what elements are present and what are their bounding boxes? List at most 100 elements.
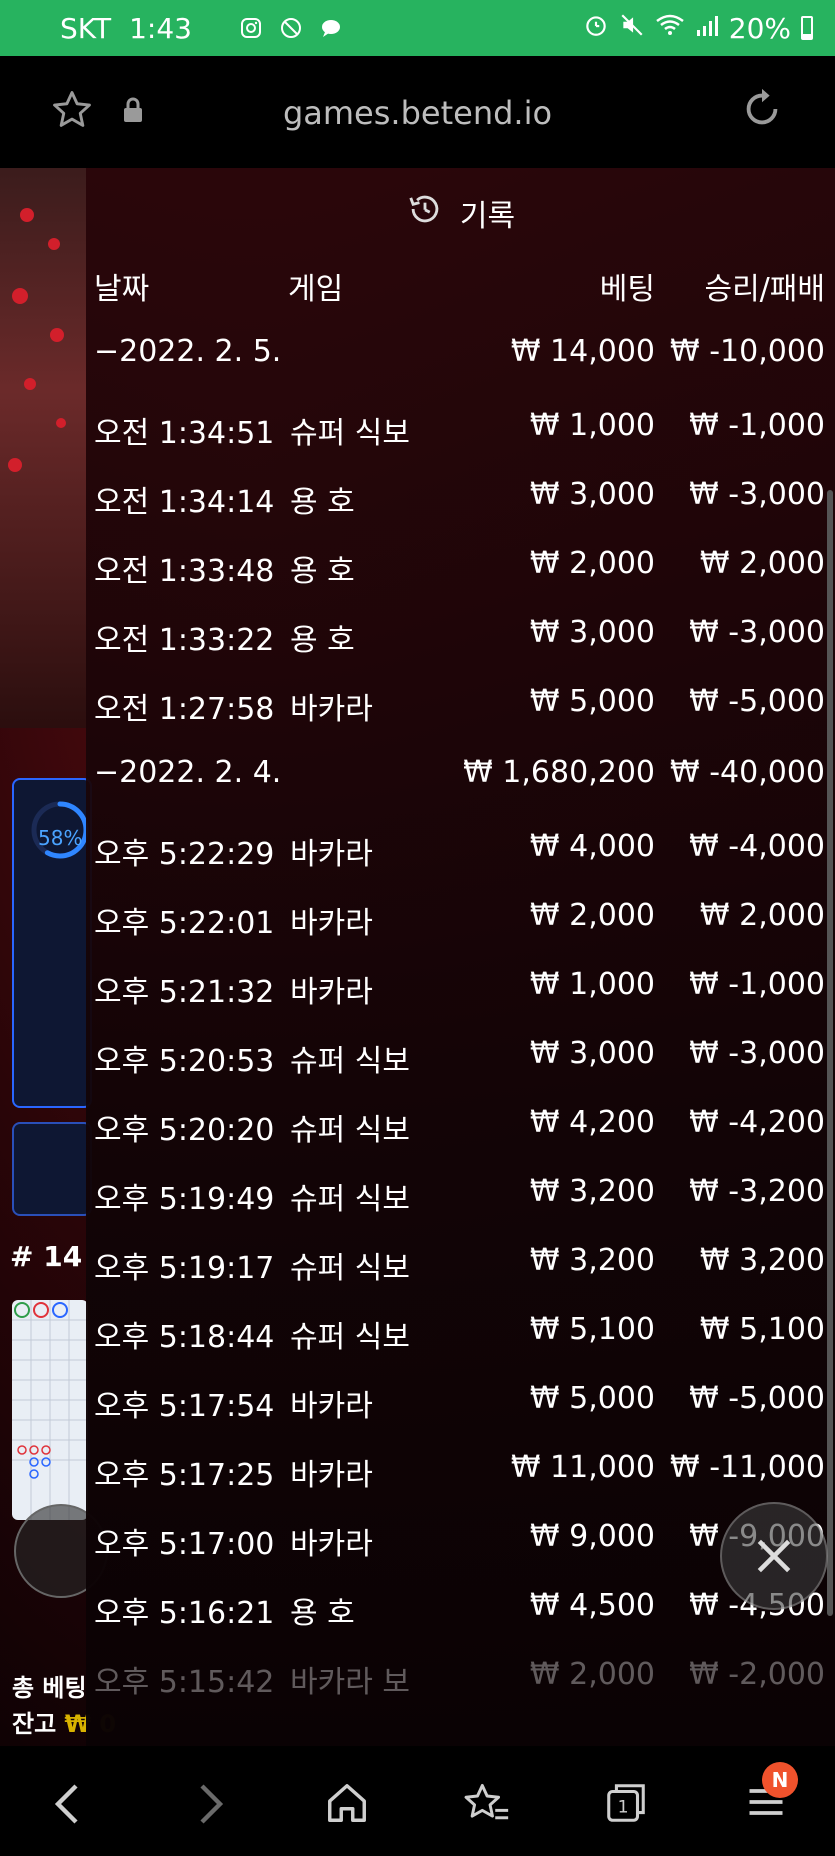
row-game: 바카라 [290, 1458, 373, 1493]
history-row[interactable]: 오후 5:21:32 바카라 ₩ 1,000 ₩ -1,000 [86, 953, 835, 1022]
row-game: 용 호 [290, 485, 355, 520]
history-table: −2022. 2. 5. ₩ 14,000 ₩ -10,000 오전 1:34:51 슈… [86, 318, 835, 1712]
row-time: 오후 5:22:29 [94, 837, 275, 872]
row-time: 오후 5:20:20 [94, 1113, 275, 1148]
carrier-label: SKT [60, 11, 112, 45]
row-time: 오후 5:19:17 [94, 1251, 275, 1286]
menu-badge: N [762, 1762, 798, 1798]
row-game: 바카라 [290, 1389, 373, 1424]
row-bet: ₩ 3,000 [529, 477, 655, 512]
tab-count: 1 [618, 1798, 629, 1818]
row-game: 슈퍼 식보 [290, 1320, 410, 1355]
row-bet: ₩ 3,200 [529, 1243, 655, 1278]
close-button[interactable] [720, 1502, 828, 1610]
bet-spot-card[interactable] [12, 1122, 92, 1216]
group-date: −2022. 2. 4. [94, 755, 282, 790]
date-group-row[interactable]: −2022. 2. 5. ₩ 14,000 ₩ -10,000 [86, 318, 835, 394]
row-game: 용 호 [290, 1596, 355, 1631]
bookmarks-icon[interactable] [462, 1780, 510, 1830]
history-title: 기록 [86, 190, 835, 236]
history-row[interactable]: 오전 1:33:22 용 호 ₩ 3,000 ₩ -3,000 [86, 601, 835, 670]
battery-icon [801, 16, 813, 40]
col-header-date: 날짜 [94, 272, 150, 307]
history-row[interactable]: 오후 5:18:44 슈퍼 식보 ₩ 5,100 ₩ 5,100 [86, 1298, 835, 1367]
row-bet: ₩ 2,000 [529, 1657, 655, 1692]
group-date: −2022. 2. 5. [94, 334, 282, 369]
history-row[interactable]: 오후 5:17:25 바카라 ₩ 11,000 ₩ -11,000 [86, 1436, 835, 1505]
row-win-loss: ₩ -4,000 [689, 829, 825, 864]
reload-icon[interactable] [739, 86, 785, 136]
row-win-loss: ₩ -1,000 [689, 408, 825, 443]
history-row[interactable]: 오전 1:34:14 용 호 ₩ 3,000 ₩ -3,000 [86, 463, 835, 532]
history-row[interactable]: 오후 5:22:29 바카라 ₩ 4,000 ₩ -4,000 [86, 815, 835, 884]
notification-icons [238, 15, 344, 41]
history-row[interactable]: 오후 5:22:01 바카라 ₩ 2,000 ₩ 2,000 [86, 884, 835, 953]
total-bet-label: 총 베팅 [12, 1674, 87, 1702]
row-time: 오후 5:17:25 [94, 1458, 275, 1493]
group-bet-total: ₩ 14,000 [510, 334, 655, 369]
row-time: 오후 5:15:42 [94, 1665, 275, 1700]
row-bet: ₩ 5,000 [529, 684, 655, 719]
row-bet: ₩ 3,000 [529, 1036, 655, 1071]
back-icon[interactable] [48, 1780, 88, 1832]
row-win-loss: ₩ -5,000 [689, 684, 825, 719]
row-win-loss: ₩ 5,100 [699, 1312, 825, 1347]
row-win-loss: ₩ 3,200 [699, 1243, 825, 1278]
row-win-loss: ₩ -3,000 [689, 615, 825, 650]
history-row[interactable]: 오후 5:20:53 슈퍼 식보 ₩ 3,000 ₩ -3,000 [86, 1022, 835, 1091]
history-row[interactable]: 오전 1:27:58 바카라 ₩ 5,000 ₩ -5,000 [86, 670, 835, 739]
row-win-loss: ₩ -1,000 [689, 967, 825, 1002]
row-win-loss: ₩ 2,000 [699, 898, 825, 933]
date-group-row[interactable]: −2022. 2. 4. ₩ 1,680,200 ₩ -40,000 [86, 739, 835, 815]
row-game: 슈퍼 식보 [290, 416, 410, 451]
row-game: 바카라 [290, 1527, 373, 1562]
row-game: 슈퍼 식보 [290, 1044, 410, 1079]
row-bet: ₩ 1,000 [529, 967, 655, 1002]
row-time: 오후 5:19:49 [94, 1182, 275, 1217]
row-game: 용 호 [290, 554, 355, 589]
history-row[interactable]: 오후 5:16:21용 호₩ 4,500₩ -4,500 [86, 1574, 835, 1643]
scrollbar[interactable] [827, 490, 833, 1616]
status-bar: SKT 1:43 20% [0, 0, 835, 56]
history-row[interactable]: 오후 5:15:42 바카라 보 ₩ 2,000 ₩ -2,000 [86, 1643, 835, 1712]
row-time: 오후 5:20:53 [94, 1044, 275, 1079]
history-row[interactable]: 오후 5:20:20 슈퍼 식보 ₩ 4,200 ₩ -4,200 [86, 1091, 835, 1160]
row-win-loss: ₩ 2,000 [699, 546, 825, 581]
row-time: 오후 5:18:44 [94, 1320, 275, 1355]
tabs-icon: 1 [607, 1784, 645, 1822]
table-header: 날짜 게임 베팅 승리/패배 [86, 264, 835, 314]
row-game: 슈퍼 식보 [290, 1113, 410, 1148]
url-text[interactable]: games.betend.io [0, 94, 835, 132]
row-game: 용 호 [290, 623, 355, 658]
row-time: 오후 5:21:32 [94, 975, 275, 1010]
row-game: 바카라 [290, 837, 373, 872]
home-icon[interactable] [324, 1780, 370, 1830]
row-time: 오후 5:17:54 [94, 1389, 275, 1424]
history-row[interactable]: 오전 1:33:48 용 호 ₩ 2,000 ₩ 2,000 [86, 532, 835, 601]
wifi-icon [655, 12, 685, 45]
clock: 1:43 [129, 11, 192, 45]
row-bet: ₩ 9,000 [529, 1519, 655, 1554]
history-row[interactable]: 오전 1:34:51 슈퍼 식보 ₩ 1,000 ₩ -1,000 [86, 394, 835, 463]
history-row[interactable]: 오후 5:17:54 바카라 ₩ 5,000 ₩ -5,000 [86, 1367, 835, 1436]
row-bet: ₩ 5,100 [529, 1312, 655, 1347]
instagram-icon [238, 15, 264, 41]
history-row[interactable]: 오후 5:19:17 슈퍼 식보 ₩ 3,200 ₩ 3,200 [86, 1229, 835, 1298]
row-bet: ₩ 5,000 [529, 1381, 655, 1416]
row-time: 오후 5:16:21 [94, 1596, 275, 1631]
browser-bottom-nav: 1 [0, 1746, 835, 1856]
row-win-loss: ₩ -3,000 [689, 477, 825, 512]
row-time: 오전 1:34:51 [94, 416, 275, 451]
row-time: 오전 1:33:48 [94, 554, 275, 589]
row-bet: ₩ 3,000 [529, 615, 655, 650]
game-scene-decoration [0, 168, 86, 728]
tabs-button[interactable]: 1 [602, 1780, 650, 1830]
forward-icon[interactable] [190, 1780, 230, 1832]
history-row[interactable]: 오후 5:19:49 슈퍼 식보 ₩ 3,200 ₩ -3,200 [86, 1160, 835, 1229]
balance-label: 잔고 [12, 1710, 57, 1738]
mute-icon [619, 12, 645, 45]
row-game: 슈퍼 식보 [290, 1251, 410, 1286]
chat-bubble-icon [318, 15, 344, 41]
row-bet: ₩ 2,000 [529, 546, 655, 581]
row-game: 바카라 보 [290, 1665, 410, 1700]
